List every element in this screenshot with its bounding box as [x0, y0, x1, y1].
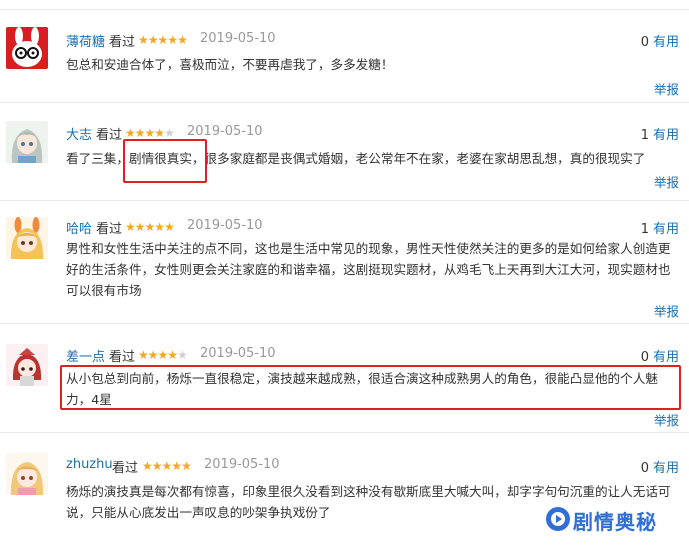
star-filled-icon: ★: [147, 348, 159, 362]
star-filled-icon: ★: [177, 33, 188, 47]
useful-button[interactable]: 1 有用: [641, 124, 679, 143]
useful-count: 0: [640, 350, 649, 365]
useful-button[interactable]: 0 有用: [641, 31, 679, 50]
review-verb: 看过: [112, 461, 139, 476]
rating-stars: ★★★★★: [142, 459, 192, 473]
review-username[interactable]: 大志: [66, 124, 92, 143]
star-filled-icon: ★: [138, 348, 149, 362]
review-item: 哈哈 看过 ★★★★★ 2019-05-10 1 有用 男性和女性生活中关注的点不…: [0, 201, 689, 323]
review-date: 2019-05-10: [187, 124, 263, 139]
report-link[interactable]: 举报: [654, 172, 679, 191]
star-filled-icon: ★: [167, 348, 178, 362]
useful-button[interactable]: 1 有用: [641, 218, 679, 237]
anime-girl-silver-hair-avatar[interactable]: [6, 121, 48, 163]
star-filled-icon: ★: [147, 33, 159, 47]
star-filled-icon: ★: [144, 126, 156, 140]
rating-stars: ★★★★★: [125, 220, 175, 234]
watermark: 剧情奥秘: [545, 502, 685, 538]
review-item: 大志 看过 ★★★★★ 2019-05-10 1 有用 看了三集，剧情很真实，很多…: [0, 103, 689, 203]
useful-count: 1: [640, 222, 649, 237]
star-filled-icon: ★: [151, 459, 163, 473]
report-link[interactable]: 举报: [654, 301, 679, 320]
useful-count: 0: [640, 461, 649, 476]
anime-girl-blonde-bunny-avatar[interactable]: [6, 217, 48, 259]
rating-stars: ★★★★★: [125, 126, 175, 140]
highlight-box: [60, 365, 681, 410]
review-verb: 看过: [109, 350, 136, 365]
useful-label: 有用: [652, 350, 679, 365]
review-username[interactable]: 薄荷糖: [66, 31, 105, 50]
star-empty-icon: ★: [164, 126, 175, 140]
review-username[interactable]: zhuzhu: [66, 457, 113, 472]
star-filled-icon: ★: [125, 126, 136, 140]
review-date: 2019-05-10: [200, 346, 276, 361]
star-filled-icon: ★: [134, 220, 146, 234]
review-date: 2019-05-10: [204, 457, 280, 472]
review-verb: 看过: [109, 35, 136, 50]
useful-button[interactable]: 0 有用: [641, 346, 679, 365]
play-logo-icon: [545, 506, 571, 532]
review-content: 包总和安迪合体了，喜极而泣，不要再虐我了，多多发糖！: [66, 57, 394, 72]
useful-label: 有用: [652, 128, 679, 143]
highlight-box: [123, 139, 207, 183]
review-content: 男性和女性生活中关注的点不同，这也是生活中常见的现象，男性天性使然关注的更多的是…: [66, 241, 671, 298]
rating-stars: ★★★★★: [138, 33, 188, 47]
rating-stars: ★★★★★: [138, 348, 188, 362]
star-filled-icon: ★: [125, 220, 136, 234]
star-filled-icon: ★: [171, 459, 182, 473]
chibi-red-hair-avatar[interactable]: [6, 344, 48, 386]
useful-count: 1: [640, 128, 649, 143]
review-date: 2019-05-10: [200, 31, 276, 46]
star-filled-icon: ★: [164, 220, 175, 234]
report-link[interactable]: 举报: [654, 79, 679, 98]
report-link[interactable]: 举报: [654, 410, 679, 429]
useful-label: 有用: [652, 222, 679, 237]
anime-girl-blonde-pink-avatar[interactable]: [6, 453, 48, 495]
star-empty-icon: ★: [177, 348, 188, 362]
star-filled-icon: ★: [142, 459, 153, 473]
star-filled-icon: ★: [134, 126, 146, 140]
star-filled-icon: ★: [157, 348, 169, 362]
watermark-text: 剧情奥秘: [573, 510, 657, 534]
star-filled-icon: ★: [154, 126, 165, 140]
star-filled-icon: ★: [144, 220, 156, 234]
review-verb: 看过: [96, 222, 123, 237]
review-username[interactable]: 差一点: [66, 346, 105, 365]
useful-label: 有用: [652, 461, 679, 476]
useful-label: 有用: [652, 35, 679, 50]
review-username[interactable]: 哈哈: [66, 218, 92, 237]
useful-button[interactable]: 0 有用: [641, 457, 679, 476]
star-filled-icon: ★: [167, 33, 178, 47]
star-filled-icon: ★: [138, 33, 149, 47]
review-verb: 看过: [96, 128, 123, 143]
useful-count: 0: [640, 35, 649, 50]
review-item: 薄荷糖 看过 ★★★★★ 2019-05-10 0 有用 包总和安迪合体了，喜极而…: [0, 0, 689, 100]
star-filled-icon: ★: [157, 33, 169, 47]
star-filled-icon: ★: [161, 459, 173, 473]
review-date: 2019-05-10: [187, 218, 263, 233]
star-filled-icon: ★: [154, 220, 165, 234]
white-rabbit-glasses-avatar[interactable]: [6, 27, 48, 69]
star-filled-icon: ★: [181, 459, 192, 473]
